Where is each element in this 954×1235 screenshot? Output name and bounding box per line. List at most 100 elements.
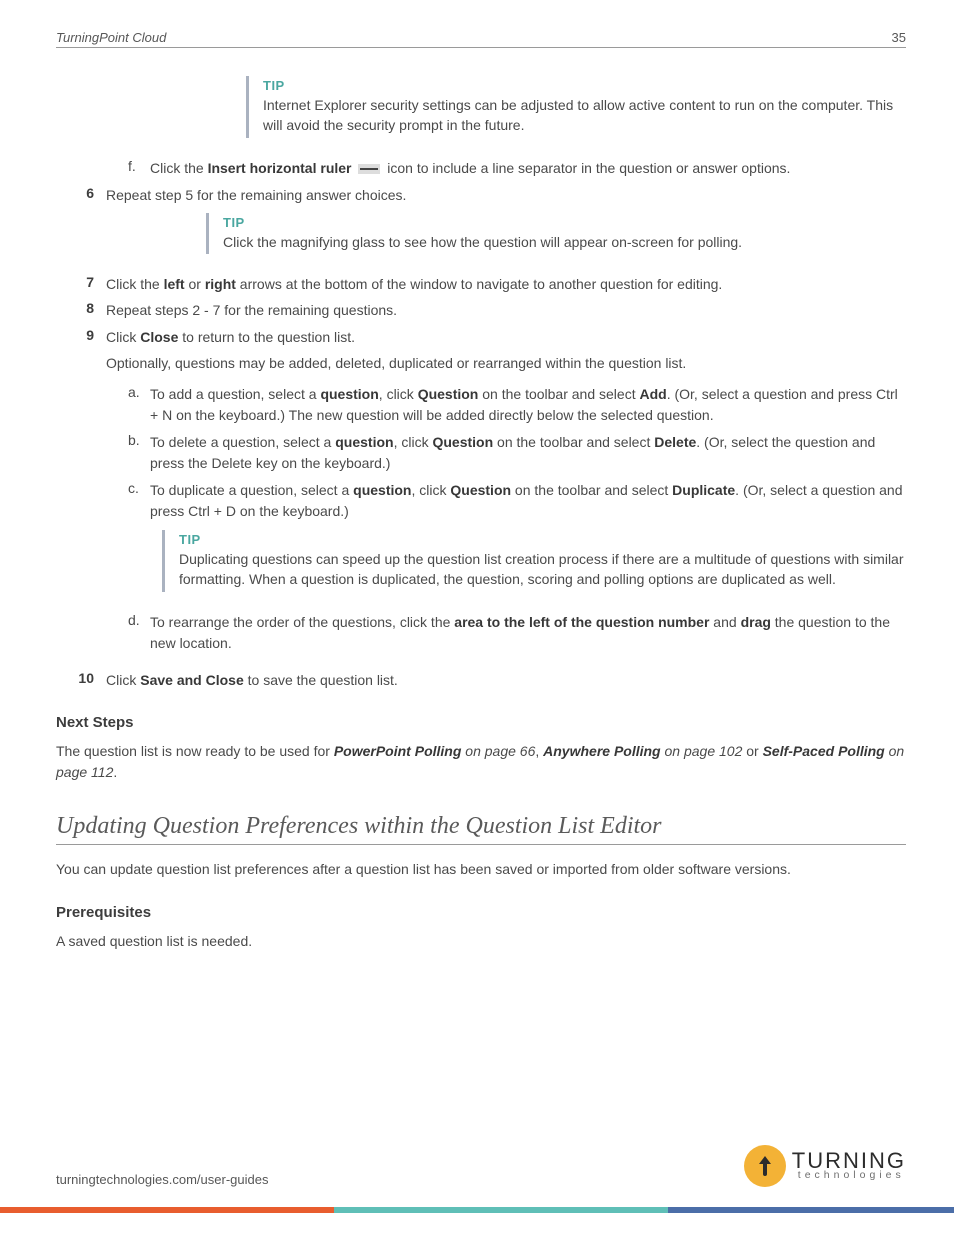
t: , click — [379, 386, 418, 402]
turning-logo: TURNING technologies — [744, 1145, 906, 1187]
optional-note: Optionally, questions may be added, dele… — [106, 353, 906, 374]
step-body: Repeat steps 2 - 7 for the remaining que… — [106, 300, 906, 320]
step-9: 9 Click Close to return to the question … — [56, 327, 906, 347]
step-number: 6 — [56, 185, 106, 205]
substep-d: d. To rearrange the order of the questio… — [128, 612, 906, 654]
substep-letter: a. — [128, 384, 150, 426]
section-title: Updating Question Preferences within the… — [56, 813, 906, 845]
b: Question — [450, 482, 511, 498]
substep-letter: c. — [128, 480, 150, 522]
close-bold: Close — [140, 329, 178, 345]
left-bold: left — [164, 276, 185, 292]
doc-title: TurningPoint Cloud — [56, 30, 166, 45]
t: , — [535, 743, 543, 759]
substep-body: To duplicate a question, select a questi… — [150, 480, 906, 522]
tip-body: Internet Explorer security settings can … — [263, 95, 906, 136]
logo-text: TURNING technologies — [792, 1152, 906, 1180]
insert-hr-label: Insert horizontal ruler — [208, 160, 352, 176]
step-number: 9 — [56, 327, 106, 347]
step-7: 7 Click the left or right arrows at the … — [56, 274, 906, 294]
text: to return to the question list. — [178, 329, 355, 345]
tip-body: Click the magnifying glass to see how th… — [223, 232, 906, 252]
text: Click the — [106, 276, 164, 292]
b: area to the left of the question number — [454, 614, 709, 630]
step-body: Repeat step 5 for the remaining answer c… — [106, 185, 906, 205]
t: , click — [411, 482, 450, 498]
tip-label: TIP — [223, 215, 906, 230]
link-anywhere-polling: Anywhere Polling — [543, 743, 660, 759]
substep-f: f. Click the Insert horizontal ruler ico… — [128, 158, 906, 179]
text: to save the question list. — [244, 672, 398, 688]
page-footer: turningtechnologies.com/user-guides TURN… — [56, 1145, 906, 1187]
t: To delete a question, select a — [150, 434, 335, 450]
b: Duplicate — [672, 482, 735, 498]
t: on the toolbar and select — [478, 386, 639, 402]
t: To add a question, select a — [150, 386, 320, 402]
prereq-heading: Prerequisites — [56, 904, 906, 921]
substep-b: b. To delete a question, select a questi… — [128, 432, 906, 474]
logo-arrow-icon — [744, 1145, 786, 1187]
substep-body: To delete a question, select a question,… — [150, 432, 906, 474]
b: question — [320, 386, 378, 402]
horizontal-ruler-icon — [358, 164, 380, 174]
tip-body: Duplicating questions can speed up the q… — [179, 549, 906, 590]
substep-letter: f. — [128, 158, 150, 179]
substep-body: To add a question, select a question, cl… — [150, 384, 906, 426]
substep-body: Click the Insert horizontal ruler icon t… — [150, 158, 906, 179]
t: or — [742, 743, 762, 759]
b: Delete — [654, 434, 696, 450]
t: on the toolbar and select — [493, 434, 654, 450]
substep-c: c. To duplicate a question, select a que… — [128, 480, 906, 522]
section-intro: You can update question list preferences… — [56, 859, 906, 880]
link-ppt-polling: PowerPoint Polling — [334, 743, 462, 759]
step-10: 10 Click Save and Close to save the ques… — [56, 670, 906, 690]
save-close-bold: Save and Close — [140, 672, 244, 688]
text: arrows at the bottom of the window to na… — [236, 276, 722, 292]
tip-magnifier: TIP Click the magnifying glass to see ho… — [206, 213, 906, 254]
t: on the toolbar and select — [511, 482, 672, 498]
next-steps-heading: Next Steps — [56, 714, 906, 731]
text: or — [185, 276, 205, 292]
page-ref: on page 102 — [661, 743, 743, 759]
text: Click — [106, 672, 140, 688]
text: Click — [106, 329, 140, 345]
step-6: 6 Repeat step 5 for the remaining answer… — [56, 185, 906, 205]
t: . — [113, 764, 117, 780]
tip-label: TIP — [179, 532, 906, 547]
step-number: 10 — [56, 670, 106, 690]
step-number: 7 — [56, 274, 106, 294]
right-bold: right — [205, 276, 236, 292]
prereq-text: A saved question list is needed. — [56, 931, 906, 952]
step-body: Click the left or right arrows at the bo… — [106, 274, 906, 294]
b: question — [335, 434, 393, 450]
logo-subtitle: technologies — [792, 1171, 906, 1180]
tip-ie-security: TIP Internet Explorer security settings … — [246, 76, 906, 138]
footer-url: turningtechnologies.com/user-guides — [56, 1172, 268, 1187]
t: , click — [394, 434, 433, 450]
step-body: Click Save and Close to save the questio… — [106, 670, 906, 690]
tip-duplicate: TIP Duplicating questions can speed up t… — [162, 530, 906, 592]
substep-a: a. To add a question, select a question,… — [128, 384, 906, 426]
substep-body: To rearrange the order of the questions,… — [150, 612, 906, 654]
text: Click the — [150, 160, 208, 176]
next-steps-paragraph: The question list is now ready to be use… — [56, 741, 906, 783]
link-selfpaced-polling: Self-Paced Polling — [763, 743, 885, 759]
substep-letter: d. — [128, 612, 150, 654]
b: Question — [418, 386, 479, 402]
page-number: 35 — [892, 30, 906, 45]
tip-label: TIP — [263, 78, 906, 93]
text: icon to include a line separator in the … — [387, 160, 790, 176]
page-ref: on page 66 — [461, 743, 535, 759]
b: Add — [639, 386, 666, 402]
t: and — [709, 614, 740, 630]
t: The question list is now ready to be use… — [56, 743, 334, 759]
b: drag — [741, 614, 771, 630]
t: To duplicate a question, select a — [150, 482, 353, 498]
b: Question — [432, 434, 493, 450]
step-8: 8 Repeat steps 2 - 7 for the remaining q… — [56, 300, 906, 320]
b: question — [353, 482, 411, 498]
accent-bar — [0, 1207, 954, 1213]
step-body: Click Close to return to the question li… — [106, 327, 906, 347]
step-number: 8 — [56, 300, 106, 320]
page-header: TurningPoint Cloud 35 — [56, 30, 906, 48]
